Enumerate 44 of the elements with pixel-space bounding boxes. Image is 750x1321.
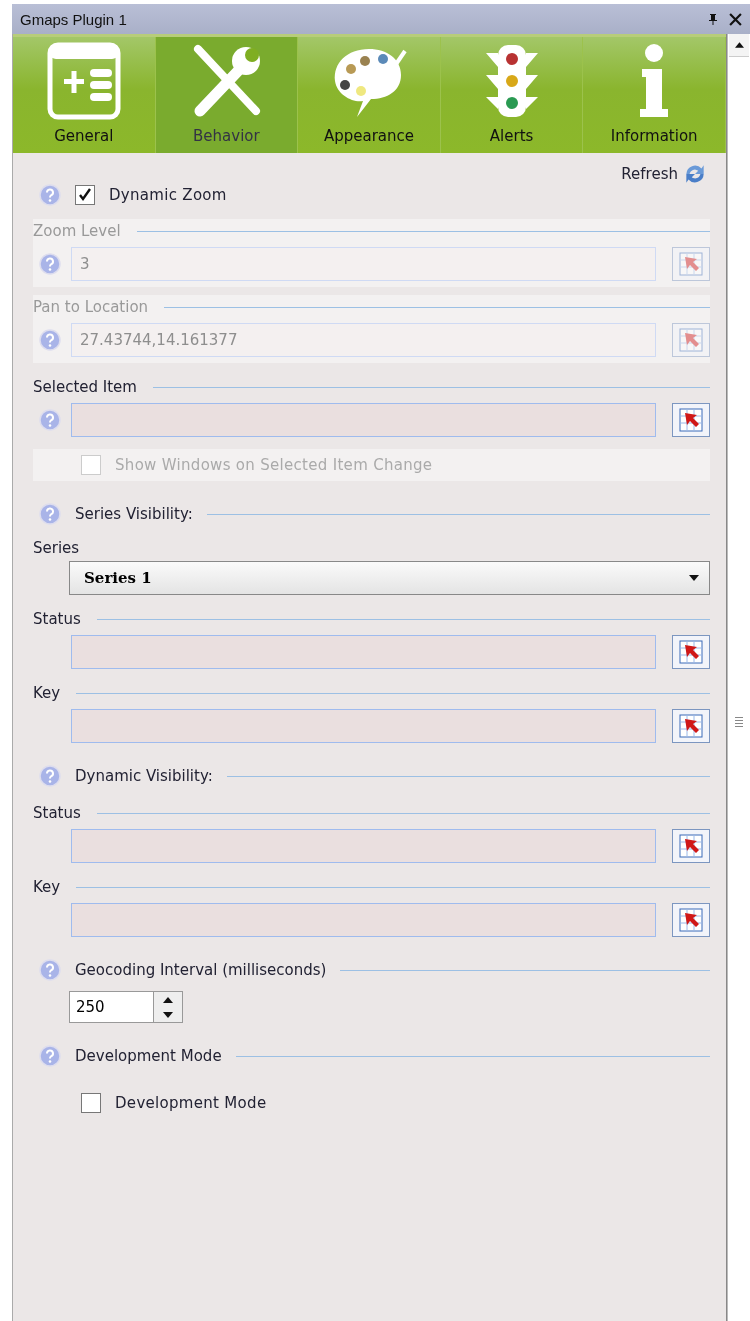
checkbox[interactable]: [81, 1093, 101, 1113]
field-label: Selected Item: [33, 378, 137, 396]
help-icon[interactable]: [39, 959, 61, 981]
number-spinner[interactable]: 250: [69, 991, 183, 1023]
series-dropdown[interactable]: Series 1: [69, 561, 710, 595]
up-arrow-icon[interactable]: [163, 996, 173, 1003]
section-heading: Geocoding Interval (milliseconds): [75, 961, 327, 979]
section-heading: Development Mode: [75, 1047, 222, 1065]
field-label: Series: [33, 539, 81, 557]
picker-button[interactable]: [672, 829, 710, 863]
tab[interactable]: General: [13, 37, 156, 153]
field-label: Key: [33, 684, 61, 702]
check-icon: [77, 187, 93, 203]
picker-button[interactable]: [672, 635, 710, 669]
checkbox-label: Show Windows on Selected Item Change: [115, 456, 433, 474]
scroll-up-icon[interactable]: [734, 42, 744, 48]
checkbox-label: Development Mode: [115, 1094, 267, 1112]
pin-icon[interactable]: [707, 13, 719, 25]
tab[interactable]: Information: [583, 37, 726, 153]
help-icon[interactable]: [39, 1045, 61, 1067]
checkbox[interactable]: [75, 185, 95, 205]
checkbox-label: Dynamic Zoom: [109, 186, 227, 204]
section-heading: Series Visibility:: [75, 505, 193, 523]
dropdown-arrow-icon: [689, 575, 699, 581]
picker-button[interactable]: [672, 403, 710, 437]
down-arrow-icon[interactable]: [163, 1011, 173, 1018]
window-title: Gmaps Plugin 1: [20, 10, 128, 28]
field-label: Status: [33, 610, 81, 628]
help-icon[interactable]: [39, 765, 61, 787]
help-icon[interactable]: [39, 409, 61, 431]
field-label: Zoom Level: [33, 222, 121, 240]
field-label: Status: [33, 804, 81, 822]
picker-button[interactable]: [672, 709, 710, 743]
tab[interactable]: Alerts: [440, 37, 584, 153]
section-heading: Dynamic Visibility:: [75, 767, 213, 785]
field-label: Pan to Location: [33, 298, 149, 316]
picker-button[interactable]: [672, 903, 710, 937]
tab[interactable]: Behavior: [155, 37, 299, 153]
help-icon[interactable]: [39, 503, 61, 525]
field-label: Key: [33, 878, 61, 896]
close-icon[interactable]: [729, 12, 742, 26]
refresh-button[interactable]: Refresh: [621, 161, 708, 187]
help-icon[interactable]: [39, 184, 61, 206]
tab[interactable]: Appearance: [298, 37, 441, 153]
